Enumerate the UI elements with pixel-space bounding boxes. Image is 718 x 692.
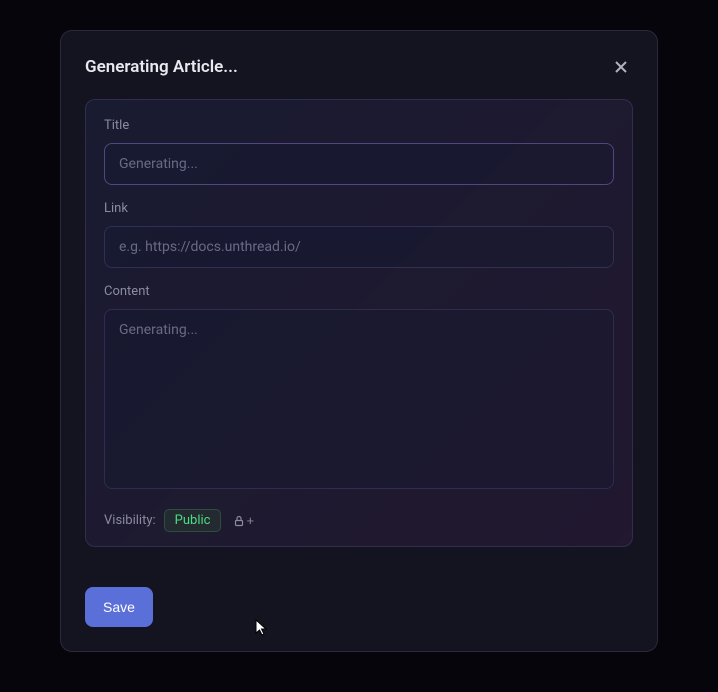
title-label: Title	[104, 118, 614, 133]
visibility-badge[interactable]: Public	[164, 509, 222, 532]
content-textarea[interactable]	[104, 309, 614, 489]
visibility-add-label: +	[246, 513, 254, 528]
content-label: Content	[104, 284, 614, 299]
link-label: Link	[104, 201, 614, 216]
link-input[interactable]	[104, 226, 614, 268]
save-button[interactable]: Save	[85, 587, 153, 627]
modal-header: Generating Article...	[85, 55, 633, 79]
visibility-add-button[interactable]: +	[229, 511, 258, 530]
visibility-row: Visibility: Public +	[104, 509, 614, 532]
close-button[interactable]	[609, 55, 633, 79]
generate-article-modal: Generating Article... Title Link Content…	[60, 30, 658, 652]
close-icon	[613, 59, 629, 75]
modal-title: Generating Article...	[85, 57, 238, 77]
title-input[interactable]	[104, 143, 614, 185]
visibility-label: Visibility:	[104, 513, 156, 528]
lock-icon	[233, 515, 245, 527]
form-panel: Title Link Content Visibility: Public +	[85, 99, 633, 547]
